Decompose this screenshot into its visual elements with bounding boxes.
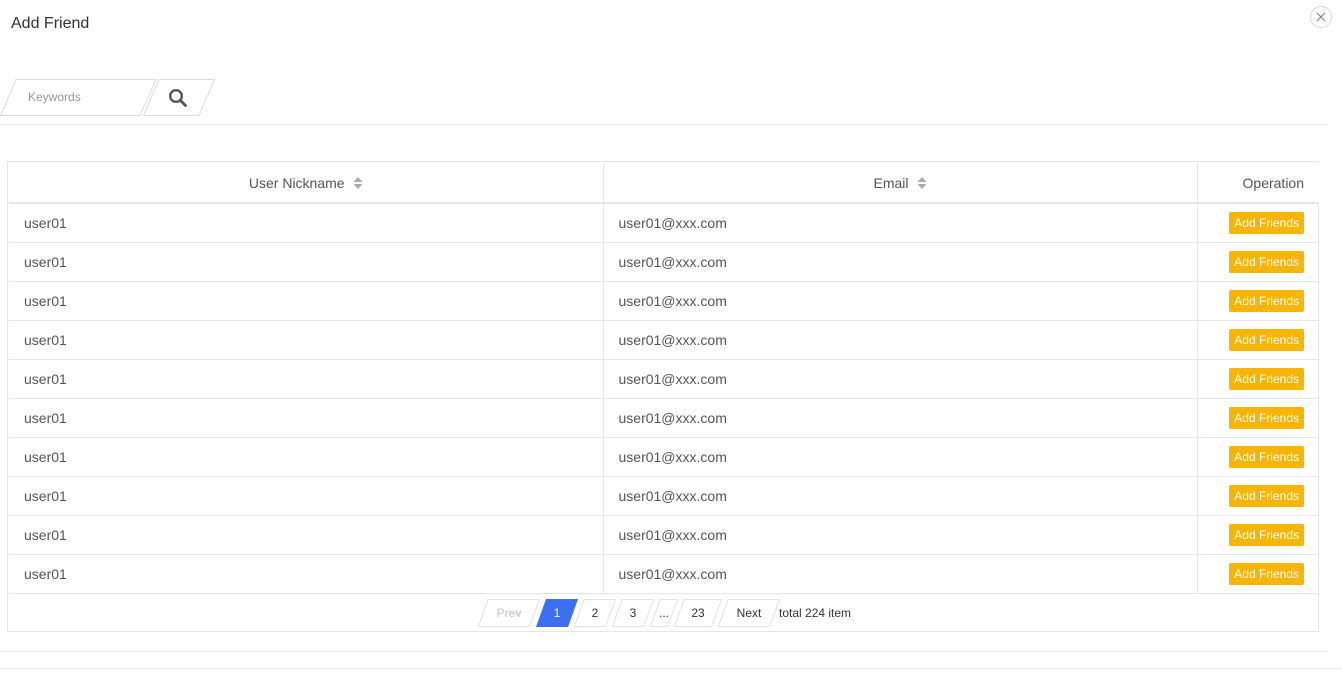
table-row: user01 user01@xxx.com Add Friends bbox=[9, 242, 1319, 282]
add-friends-button[interactable]: Add Friends bbox=[1229, 329, 1304, 351]
column-header-nickname[interactable]: User Nickname bbox=[9, 163, 604, 204]
nickname-cell: user01 bbox=[9, 320, 604, 360]
operation-cell: Add Friends bbox=[1197, 476, 1319, 516]
email-cell: user01@xxx.com bbox=[603, 476, 1198, 516]
add-friends-button[interactable]: Add Friends bbox=[1229, 251, 1304, 273]
sort-icon[interactable] bbox=[917, 176, 927, 190]
table-row: user01 user01@xxx.com Add Friends bbox=[9, 515, 1319, 555]
operation-cell: Add Friends bbox=[1197, 320, 1319, 360]
table-row: user01 user01@xxx.com Add Friends bbox=[9, 320, 1319, 360]
nickname-cell: user01 bbox=[9, 203, 604, 243]
search-input[interactable] bbox=[16, 85, 153, 109]
email-cell: user01@xxx.com bbox=[603, 554, 1198, 594]
close-icon bbox=[1316, 12, 1326, 22]
sort-icon[interactable] bbox=[353, 176, 363, 190]
page-button-last[interactable]: 23 bbox=[674, 599, 722, 627]
column-header-operation: Operation bbox=[1197, 163, 1319, 204]
nickname-cell: user01 bbox=[9, 476, 604, 516]
operation-cell: Add Friends bbox=[1197, 515, 1319, 555]
column-label: Operation bbox=[1242, 174, 1304, 191]
nickname-cell: user01 bbox=[9, 398, 604, 438]
table-row: user01 user01@xxx.com Add Friends bbox=[9, 203, 1319, 243]
operation-cell: Add Friends bbox=[1197, 242, 1319, 282]
email-cell: user01@xxx.com bbox=[603, 359, 1198, 399]
close-button[interactable] bbox=[1310, 6, 1332, 28]
column-header-email[interactable]: Email bbox=[603, 163, 1198, 204]
dialog-title: Add Friend bbox=[11, 15, 90, 32]
email-cell: user01@xxx.com bbox=[603, 398, 1198, 438]
operation-cell: Add Friends bbox=[1197, 203, 1319, 243]
table-row: user01 user01@xxx.com Add Friends bbox=[9, 359, 1319, 399]
email-cell: user01@xxx.com bbox=[603, 242, 1198, 282]
friends-table: User Nickname Email Operation user01 use… bbox=[7, 161, 1319, 632]
nickname-cell: user01 bbox=[9, 437, 604, 477]
nickname-cell: user01 bbox=[9, 281, 604, 321]
add-friends-button[interactable]: Add Friends bbox=[1229, 368, 1304, 390]
column-label: User Nickname bbox=[248, 174, 345, 191]
add-friends-button[interactable]: Add Friends bbox=[1229, 446, 1304, 468]
page-button-1[interactable]: 1 bbox=[536, 599, 578, 627]
add-friends-button[interactable]: Add Friends bbox=[1229, 524, 1304, 546]
search-field[interactable] bbox=[0, 79, 158, 116]
page-button-2[interactable]: 2 bbox=[574, 599, 616, 627]
search-button[interactable] bbox=[143, 79, 215, 116]
table-row: user01 user01@xxx.com Add Friends bbox=[9, 281, 1319, 321]
table-row: user01 user01@xxx.com Add Friends bbox=[9, 437, 1319, 477]
add-friend-dialog: Add Friend Keywords User Nickname Email … bbox=[0, 0, 1342, 683]
next-page-button[interactable]: Next bbox=[718, 599, 780, 627]
search-icon bbox=[168, 88, 187, 107]
operation-cell: Add Friends bbox=[1197, 398, 1319, 438]
table-row: user01 user01@xxx.com Add Friends bbox=[9, 476, 1319, 516]
operation-cell: Add Friends bbox=[1197, 554, 1319, 594]
operation-cell: Add Friends bbox=[1197, 359, 1319, 399]
add-friends-button[interactable]: Add Friends bbox=[1229, 290, 1304, 312]
divider bbox=[0, 668, 1342, 669]
divider bbox=[0, 651, 1327, 652]
add-friends-button[interactable]: Add Friends bbox=[1229, 485, 1304, 507]
page-button-3[interactable]: 3 bbox=[612, 599, 654, 627]
column-label: Email bbox=[873, 174, 909, 191]
operation-cell: Add Friends bbox=[1197, 281, 1319, 321]
email-cell: user01@xxx.com bbox=[603, 281, 1198, 321]
add-friends-button[interactable]: Add Friends bbox=[1229, 563, 1304, 585]
divider bbox=[0, 124, 1327, 125]
nickname-cell: user01 bbox=[9, 515, 604, 555]
prev-page-button[interactable]: Prev bbox=[478, 599, 540, 627]
table-row: user01 user01@xxx.com Add Friends bbox=[9, 398, 1319, 438]
email-cell: user01@xxx.com bbox=[603, 203, 1198, 243]
email-cell: user01@xxx.com bbox=[603, 515, 1198, 555]
add-friends-button[interactable]: Add Friends bbox=[1229, 212, 1304, 234]
table-header-row: User Nickname Email Operation bbox=[9, 163, 1319, 204]
table-row: user01 user01@xxx.com Add Friends bbox=[9, 554, 1319, 594]
total-count: total 224 item bbox=[779, 606, 852, 620]
nickname-cell: user01 bbox=[9, 554, 604, 594]
email-cell: user01@xxx.com bbox=[603, 320, 1198, 360]
nickname-cell: user01 bbox=[9, 359, 604, 399]
email-cell: user01@xxx.com bbox=[603, 437, 1198, 477]
add-friends-button[interactable]: Add Friends bbox=[1229, 407, 1304, 429]
operation-cell: Add Friends bbox=[1197, 437, 1319, 477]
nickname-cell: user01 bbox=[9, 242, 604, 282]
